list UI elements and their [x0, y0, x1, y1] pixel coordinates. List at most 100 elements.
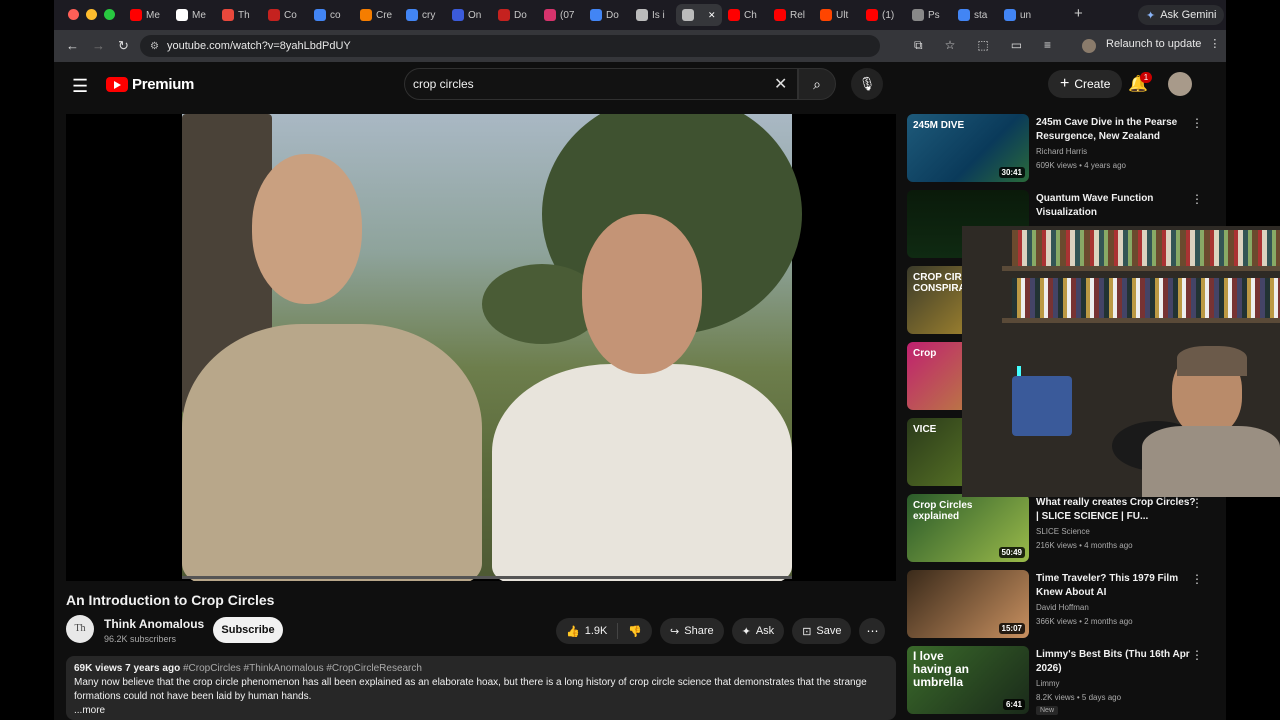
recommendation-channel[interactable]: Limmy — [1036, 679, 1060, 688]
tab-label: Cre — [376, 9, 393, 21]
ask-button[interactable]: ✦ Ask — [731, 618, 785, 644]
relaunch-button[interactable]: Relaunch to update ⋮ — [1106, 37, 1220, 51]
voice-search-button[interactable]: 🎙 — [851, 68, 883, 100]
browser-tab[interactable]: Ch — [722, 4, 768, 26]
kebab-menu-icon[interactable]: ⋮ — [1191, 496, 1203, 510]
recommendation-item[interactable]: 245M DIVE 30:41 245m Cave Dive in the Pear… — [907, 114, 1222, 182]
reddit-favicon-icon — [820, 9, 832, 21]
bookmark-icon: ⊡ — [802, 625, 812, 638]
recommendation-title[interactable]: Time Traveler? This 1979 Film Knew About… — [1036, 572, 1196, 600]
bookmark-star-icon[interactable]: ☆ — [945, 38, 956, 53]
channel-avatar[interactable]: Th — [66, 615, 94, 643]
video-progress-bar[interactable] — [182, 576, 792, 579]
video-thumbnail[interactable]: I love having an umbrella 6:41 — [907, 646, 1029, 714]
address-bar-actions: ⧉ ☆ ⬚ ▭ ≡ — [914, 38, 1051, 53]
video-thumbnail[interactable]: Crop Circles explained 50:49 — [907, 494, 1029, 562]
kebab-menu-icon[interactable]: ⋮ — [1209, 37, 1220, 50]
recommendation-item[interactable]: 15:07 Time Traveler? This 1979 Film Knew … — [907, 570, 1222, 638]
video-thumbnail[interactable]: 15:07 — [907, 570, 1029, 638]
streamer-body-image — [1142, 426, 1280, 497]
recommendation-channel[interactable]: SLICE Science — [1036, 527, 1090, 536]
account-avatar[interactable] — [1168, 72, 1192, 96]
browser-tab[interactable]: Is i — [630, 4, 676, 26]
clear-search-icon[interactable]: ✕ — [774, 74, 787, 94]
browser-tab[interactable]: un — [998, 4, 1044, 26]
reload-icon[interactable]: ↻ — [118, 38, 129, 54]
browser-tab[interactable]: Ult — [814, 4, 860, 26]
description-box[interactable]: 69K views 7 years ago #CropCircles #Thin… — [66, 656, 896, 720]
youtube-logo[interactable]: Premium — [106, 76, 194, 93]
minimize-window-button[interactable] — [86, 9, 97, 20]
browser-tab[interactable]: Do — [492, 4, 538, 26]
hashtags[interactable]: #CropCircles #ThinkAnomalous #CropCircle… — [183, 663, 422, 674]
ask-gemini-button[interactable]: ✦ Ask Gemini — [1138, 5, 1225, 25]
recommendation-title[interactable]: Quantum Wave Function Visualization — [1036, 192, 1196, 220]
like-button[interactable]: 👍 1.9K — [556, 618, 617, 644]
k-favicon-icon — [544, 9, 556, 21]
back-arrow-icon[interactable]: ← — [66, 38, 79, 53]
recommendation-channel[interactable]: Richard Harris — [1036, 147, 1087, 156]
video-thumbnail[interactable]: 245M DIVE 30:41 — [907, 114, 1029, 182]
browser-tab[interactable]: Me — [170, 4, 216, 26]
browser-tab[interactable]: Rel — [768, 4, 814, 26]
browser-tab[interactable]: Ps — [906, 4, 952, 26]
channel-name[interactable]: Think Anomalous — [104, 617, 204, 631]
browser-tab[interactable]: (1) — [860, 4, 906, 26]
gmail-favicon-icon — [498, 9, 510, 21]
ask-label: Ask — [755, 625, 775, 637]
browser-tab[interactable]: sta — [952, 4, 998, 26]
close-window-button[interactable] — [68, 9, 79, 20]
reading-list-icon[interactable]: ≡ — [1044, 38, 1051, 53]
extensions-icon[interactable]: ⬚ — [977, 38, 988, 53]
mail-favicon-icon — [268, 9, 280, 21]
more-actions-button[interactable]: ⋯ — [859, 618, 886, 644]
thumbnail-text: I love having an umbrella — [913, 649, 970, 689]
show-more-link[interactable]: ...more — [74, 704, 888, 718]
browser-tab[interactable]: (07 — [538, 4, 584, 26]
share-button[interactable]: ↪ Share — [660, 618, 724, 644]
kebab-menu-icon[interactable]: ⋮ — [1191, 572, 1203, 586]
recommendation-item[interactable]: Crop Circles explained 50:49 What really c… — [907, 494, 1222, 562]
browser-tab[interactable]: Do — [584, 4, 630, 26]
recommendation-title[interactable]: Limmy's Best Bits (Thu 16th Apr 2026) — [1036, 648, 1196, 676]
save-button[interactable]: ⊡ Save — [792, 618, 852, 644]
recommendation-channel[interactable]: David Hoffman — [1036, 603, 1089, 612]
hamburger-menu-icon[interactable]: ☰ — [72, 76, 88, 97]
sidepanel-icon[interactable]: ▭ — [1011, 38, 1022, 53]
new-tab-button[interactable]: + — [1074, 5, 1083, 22]
dislike-button[interactable]: 👎 — [618, 618, 652, 644]
search-input[interactable]: crop circles — [404, 68, 798, 100]
search-button[interactable]: ⌕ — [798, 68, 836, 100]
browser-tab[interactable]: cry — [400, 4, 446, 26]
browser-tab[interactable]: Th — [216, 4, 262, 26]
video-player[interactable] — [66, 114, 896, 581]
kebab-menu-icon[interactable]: ⋮ — [1191, 192, 1203, 206]
kebab-menu-icon[interactable]: ⋮ — [1191, 116, 1203, 130]
subscribe-button[interactable]: Subscribe — [213, 617, 283, 643]
kebab-menu-icon[interactable]: ⋮ — [1191, 648, 1203, 662]
tab-label: co — [330, 9, 341, 21]
browser-tab[interactable]: On — [446, 4, 492, 26]
recommendation-title[interactable]: 245m Cave Dive in the Pearse Resurgence,… — [1036, 116, 1196, 144]
search-value: crop circles — [413, 77, 474, 91]
browser-tab[interactable]: ✕ — [676, 4, 722, 26]
url-text: youtube.com/watch?v=8yahLbdPdUY — [166, 40, 351, 52]
maximize-window-button[interactable] — [104, 9, 115, 20]
browser-tab[interactable]: Me — [124, 4, 170, 26]
forward-arrow-icon[interactable]: → — [92, 38, 105, 53]
recommendation-item[interactable]: I love having an umbrella 6:41 Limmy's Bes… — [907, 646, 1222, 715]
tab-label: Ult — [836, 9, 849, 21]
profile-avatar[interactable] — [1082, 39, 1096, 53]
recommendation-title[interactable]: What really creates Crop Circles? | SLIC… — [1036, 496, 1196, 524]
address-row: ← → ↻ ⚙ youtube.com/watch?v=8yahLbdPdUY … — [54, 30, 1226, 62]
close-tab-icon[interactable]: ✕ — [708, 10, 716, 21]
create-button[interactable]: + Create — [1048, 70, 1123, 98]
install-app-icon[interactable]: ⧉ — [914, 38, 923, 53]
browser-tab[interactable]: co — [308, 4, 354, 26]
subscriber-count: 96.2K subscribers — [104, 634, 177, 644]
site-info-icon[interactable]: ⚙ — [150, 41, 159, 52]
address-bar[interactable]: ⚙ youtube.com/watch?v=8yahLbdPdUY — [140, 35, 880, 57]
browser-tab[interactable]: Cre — [354, 4, 400, 26]
tab-label: Rel — [790, 9, 806, 21]
browser-tab[interactable]: Co — [262, 4, 308, 26]
